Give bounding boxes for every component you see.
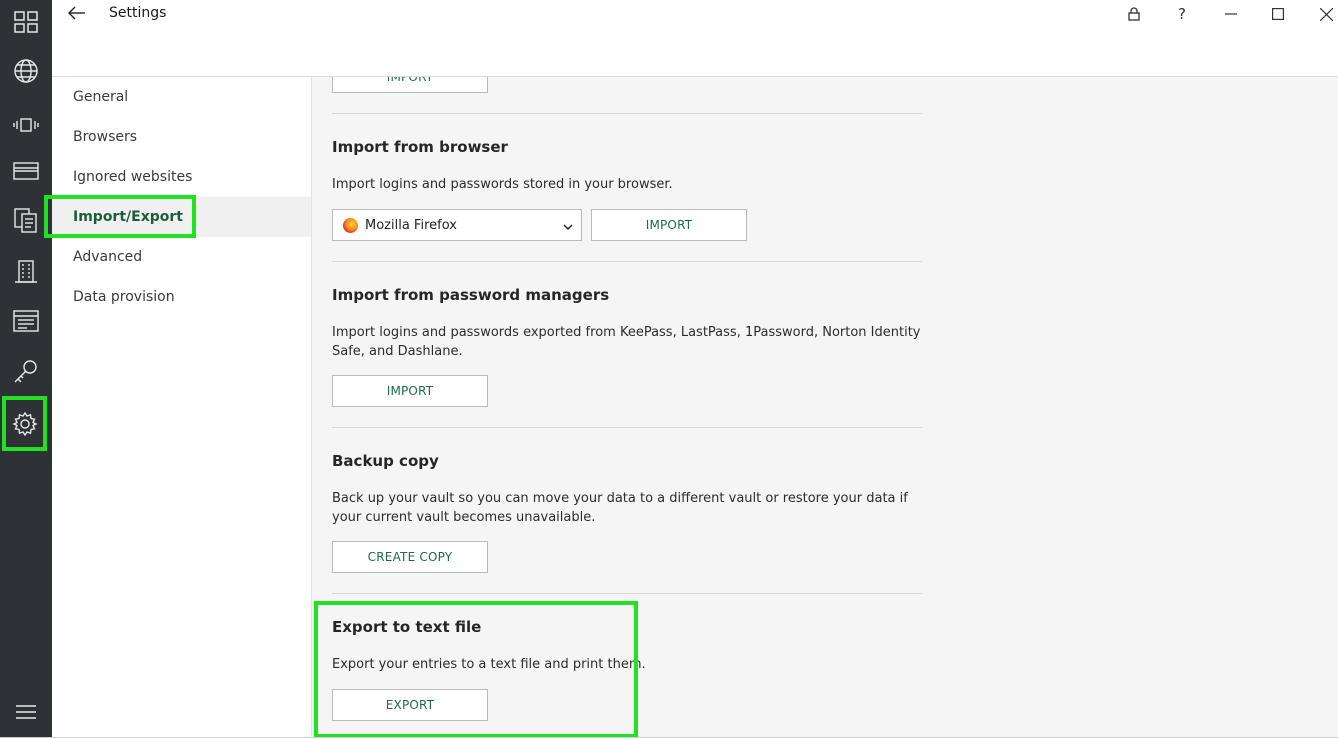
title-bar: Settings ?: [52, 0, 1338, 77]
settings-content: IMPORT Import from browser Import logins…: [312, 77, 1338, 738]
back-arrow-icon[interactable]: [66, 2, 88, 24]
nav-item-general[interactable]: General: [52, 77, 311, 117]
export-section: Export to text file: [332, 618, 922, 636]
section-description: Import logins and passwords exported fro…: [332, 325, 921, 359]
create-copy-button[interactable]: CREATE COPY: [332, 541, 488, 573]
divider: [332, 261, 922, 262]
firefox-icon: [343, 217, 358, 233]
settings-nav: General Browsers Ignored websites Import…: [44, 77, 312, 738]
lock-icon[interactable]: [1122, 3, 1146, 25]
close-icon[interactable]: [1314, 3, 1338, 25]
import-managers-section: Import from password managers: [332, 286, 922, 304]
section-title: Import from password managers: [332, 286, 610, 304]
browser-select-value: Mozilla Firefox: [365, 217, 457, 233]
import-managers-button[interactable]: IMPORT: [332, 375, 488, 407]
nav-item-browsers[interactable]: Browsers: [52, 117, 311, 157]
import-browser-button[interactable]: IMPORT: [591, 209, 747, 241]
dashboard-icon[interactable]: [0, 2, 52, 42]
card-icon[interactable]: [0, 151, 52, 191]
section-title: Import from browser: [332, 138, 508, 156]
menu-icon[interactable]: [0, 692, 52, 732]
notes-icon[interactable]: [0, 301, 52, 341]
section-title: Export to text file: [332, 618, 482, 636]
import-browser-section: Import from browser: [332, 138, 922, 156]
vibrate-icon[interactable]: [0, 105, 52, 145]
section-title: Backup copy: [332, 452, 439, 470]
key-icon[interactable]: [0, 351, 52, 391]
nav-item-ignored-websites[interactable]: Ignored websites: [52, 157, 311, 197]
nav-item-advanced[interactable]: Advanced: [52, 237, 311, 277]
section-description: Export your entries to a text file and p…: [332, 657, 646, 672]
app-rail: [0, 0, 52, 738]
divider: [332, 113, 922, 114]
nav-item-data-provision[interactable]: Data provision: [52, 277, 311, 317]
section-description: Back up your vault so you can move your …: [332, 491, 908, 525]
divider: [332, 427, 922, 428]
building-icon[interactable]: [0, 251, 52, 291]
maximize-icon[interactable]: [1266, 3, 1290, 25]
import-button-top[interactable]: IMPORT: [332, 77, 488, 93]
nav-item-import-export[interactable]: Import/Export: [44, 195, 311, 238]
gear-icon[interactable]: [2, 396, 47, 451]
section-description: Import logins and passwords stored in yo…: [332, 177, 673, 192]
divider: [332, 593, 922, 594]
backup-section: Backup copy: [332, 452, 922, 470]
nav-item-label: Import/Export: [73, 209, 183, 225]
documents-icon[interactable]: [0, 200, 52, 240]
export-button[interactable]: EXPORT: [332, 689, 488, 721]
help-icon[interactable]: ?: [1170, 3, 1194, 25]
chevron-down-icon: [563, 220, 573, 235]
browser-select[interactable]: Mozilla Firefox: [332, 209, 582, 241]
globe-icon[interactable]: [0, 51, 52, 91]
window-title: Settings: [109, 5, 167, 21]
minimize-icon[interactable]: [1219, 3, 1243, 25]
